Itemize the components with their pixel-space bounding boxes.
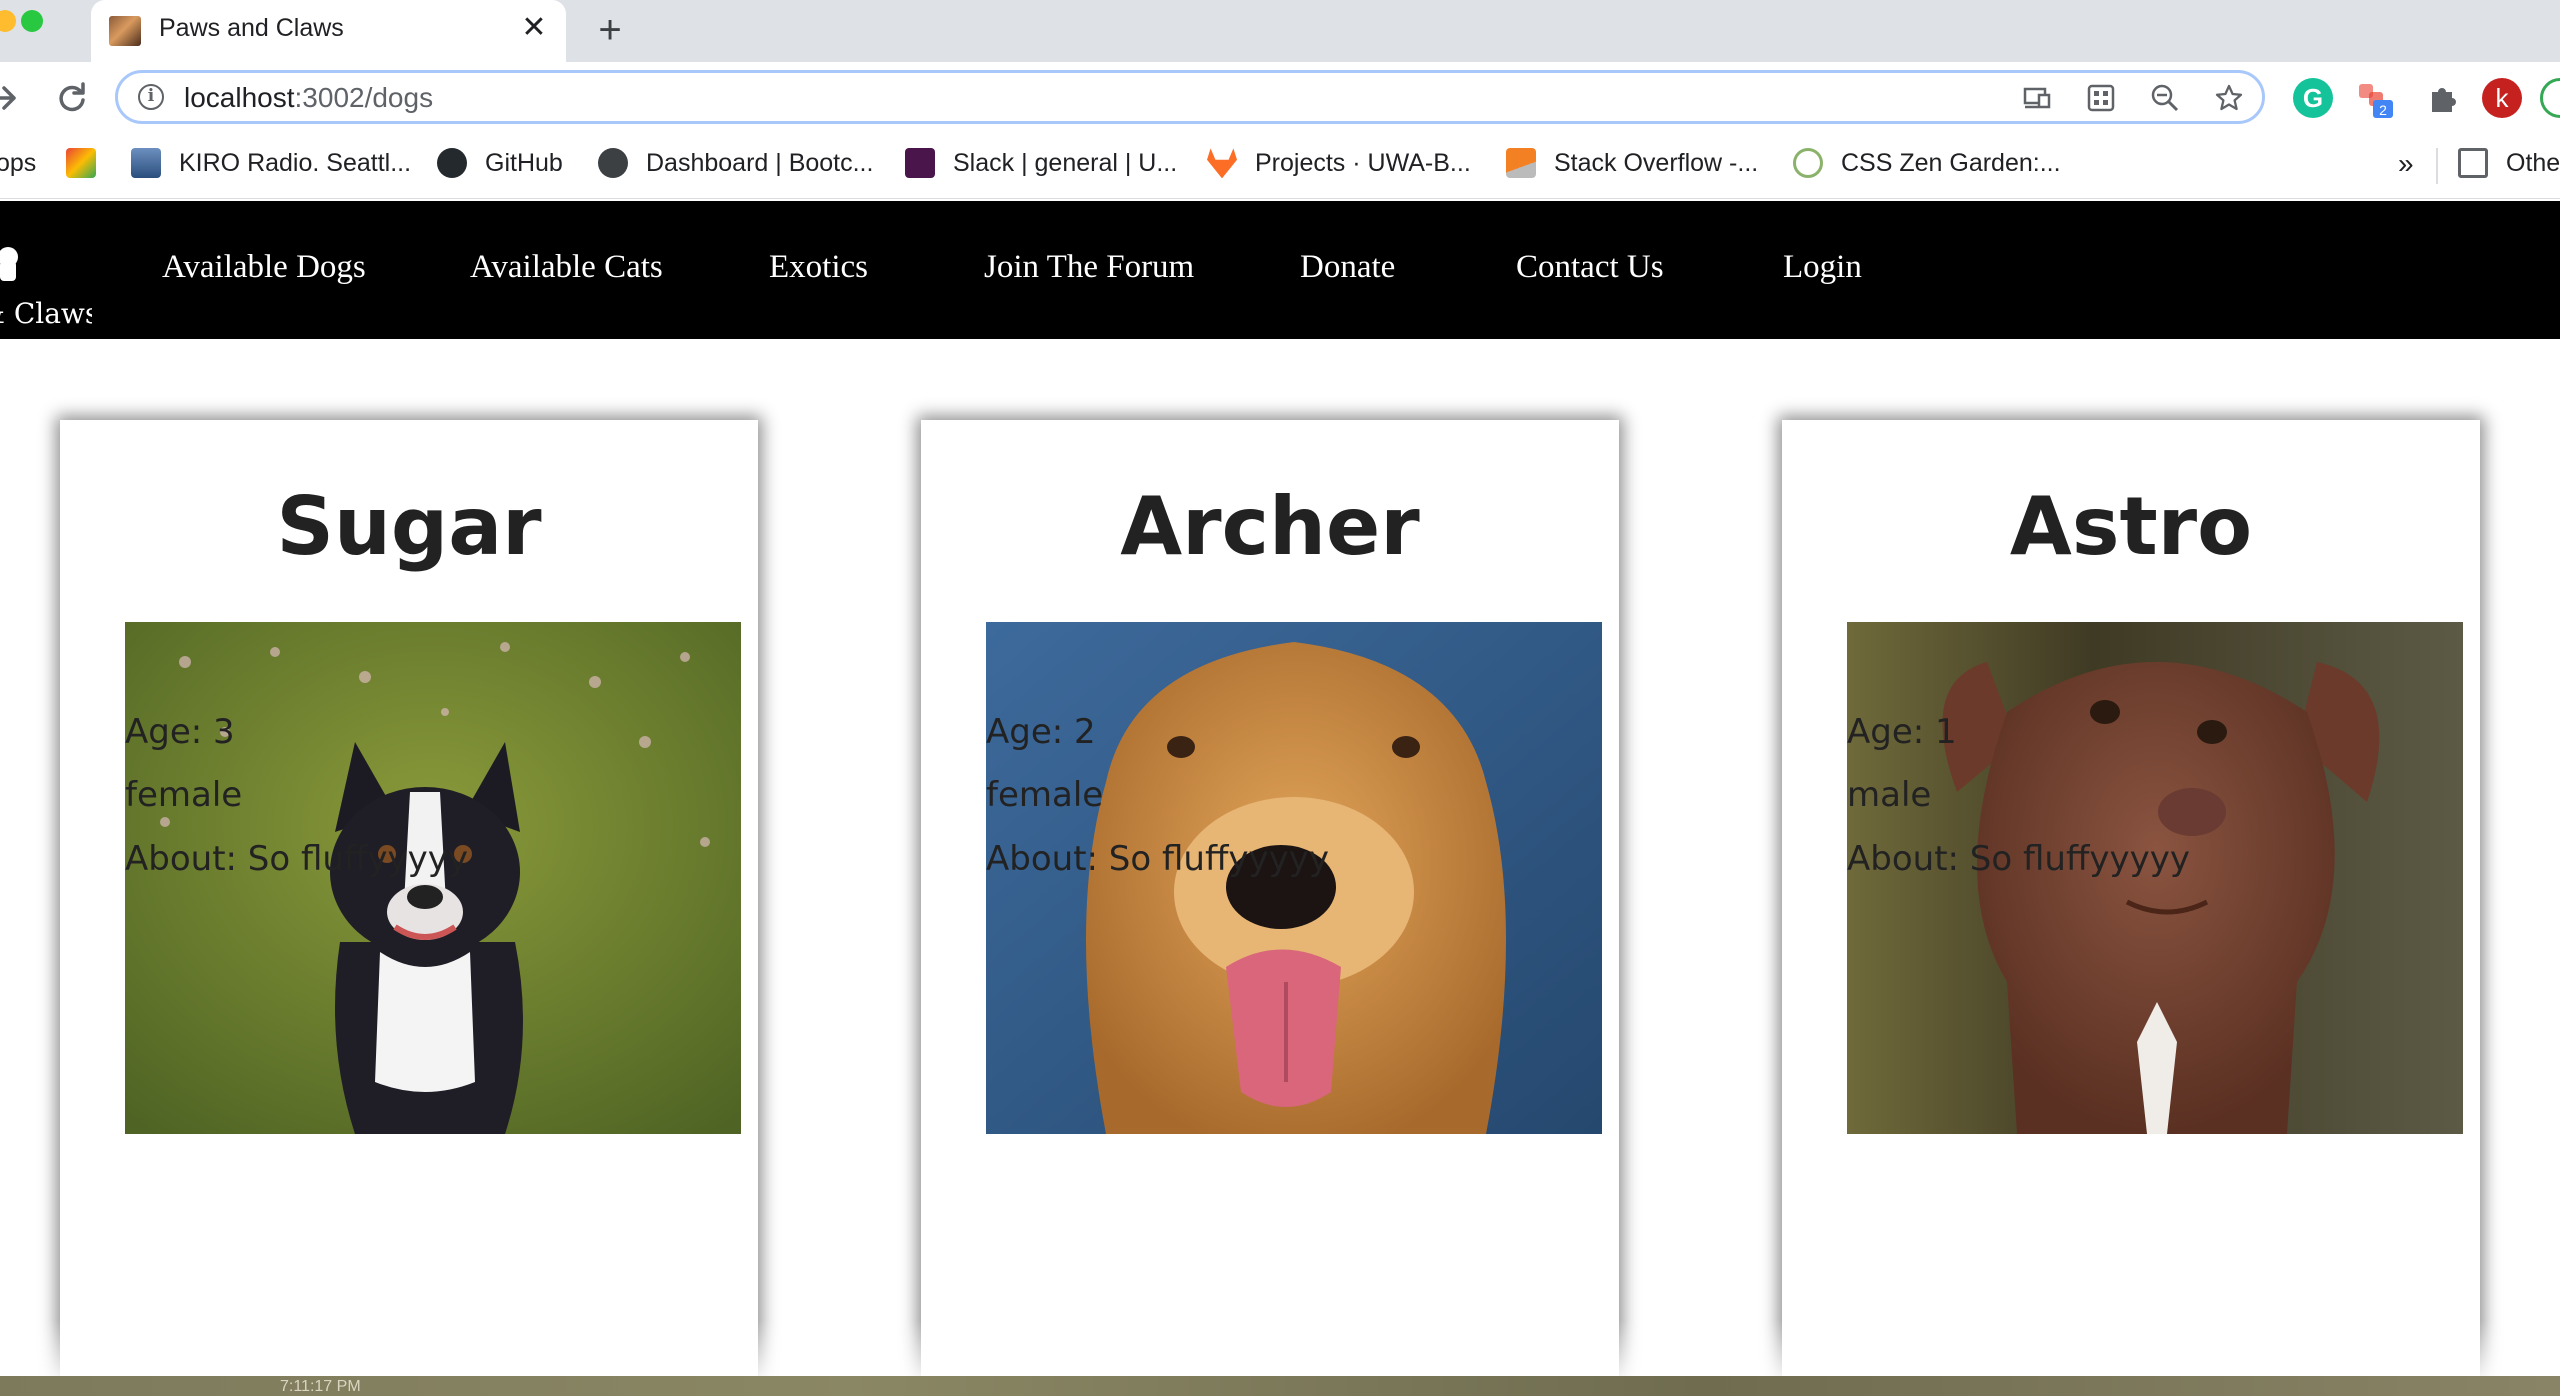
bookmark-star-icon[interactable]	[2214, 83, 2244, 113]
dog-name: Astro	[2009, 480, 2253, 573]
dog-about: About: So fluffyyyyy	[1847, 839, 2190, 879]
url-text[interactable]: localhost:3002/dogs	[184, 82, 433, 114]
desktop-background-strip: 7:11:17 PM	[0, 1376, 2560, 1396]
dog-name: Sugar	[276, 480, 542, 573]
reload-icon[interactable]	[50, 76, 94, 120]
dog-name: Archer	[1120, 480, 1420, 573]
cast-icon[interactable]	[2022, 83, 2052, 113]
nav-login[interactable]: Login	[1783, 249, 1862, 286]
bookmark-google-photos[interactable]	[66, 148, 114, 184]
nav-contact-us[interactable]: Contact Us	[1516, 249, 1664, 286]
profile-avatar[interactable]: k	[2482, 78, 2522, 118]
nav-donate[interactable]: Donate	[1300, 249, 1395, 286]
bookmarks-overflow-chevron-icon[interactable]: »	[2398, 148, 2414, 184]
bookmarks-divider	[2436, 148, 2438, 184]
logo-moon-icon	[0, 213, 39, 285]
screenshot-bottom-fade	[0, 1320, 2560, 1376]
bookmark-stackoverflow[interactable]: Stack Overflow -...	[1506, 148, 1758, 184]
tab-close-icon[interactable]: ✕	[516, 10, 552, 46]
extension-badge-icon[interactable]: 2	[2355, 78, 2395, 118]
dog-card-astro[interactable]: Astro Age: 1 male About: So fluffyyyyy	[1782, 420, 2480, 1396]
stackoverflow-icon	[1506, 148, 1536, 179]
new-tab-button[interactable]: +	[588, 8, 632, 52]
globe-icon	[598, 148, 628, 179]
nav-join-the-forum[interactable]: Join The Forum	[984, 249, 1194, 286]
desktop-clock: 7:11:17 PM	[280, 1378, 361, 1395]
grammarly-extension-icon[interactable]: G	[2293, 78, 2333, 118]
github-icon	[437, 148, 467, 179]
dog-about: About: So fluffyyyyy	[125, 839, 468, 879]
browser-toolbar: i localhost:3002/dogs G 2 k	[0, 62, 2560, 136]
zoom-window-button[interactable]	[21, 10, 43, 32]
zoom-out-icon[interactable]	[2150, 83, 2180, 113]
zen-garden-icon	[1793, 148, 1823, 179]
site-info-icon[interactable]: i	[138, 84, 164, 110]
address-bar[interactable]: i localhost:3002/dogs	[115, 70, 2265, 124]
browser-tab-active[interactable]: Paws and Claws ✕	[91, 0, 566, 62]
extension-badge-count: 2	[2379, 102, 2387, 118]
site-favicon-icon	[109, 16, 141, 46]
site-navbar: & Claws Available Dogs Available Cats Ex…	[0, 201, 2560, 339]
nav-available-dogs[interactable]: Available Dogs	[162, 249, 366, 286]
site-logo[interactable]: & Claws	[0, 201, 92, 339]
dog-sex: female	[125, 775, 243, 815]
folder-icon	[2458, 148, 2488, 179]
bookmark-apps[interactable]: ops	[0, 148, 36, 184]
bookmark-slack[interactable]: Slack | general | U...	[905, 148, 1177, 184]
dog-card-archer[interactable]: Archer Age: 2 female About: So fluffyyyy…	[921, 420, 1619, 1396]
dog-sex: female	[986, 775, 1104, 815]
dog-sex: male	[1847, 775, 1932, 815]
dog-age: Age: 1	[1847, 712, 1957, 752]
dog-age: Age: 2	[986, 712, 1096, 752]
browser-window: Paws and Claws ✕ + i localhost:3002/dogs	[0, 0, 2560, 1396]
nav-available-cats[interactable]: Available Cats	[470, 249, 663, 286]
slack-icon	[905, 148, 935, 179]
bookmark-css-zen-garden[interactable]: CSS Zen Garden:...	[1793, 148, 2061, 184]
nav-exotics[interactable]: Exotics	[769, 249, 868, 286]
tab-strip: Paws and Claws ✕ +	[0, 0, 2560, 62]
bookmarks-bar: ops KIRO Radio. Seattl... GitHub Dashboa…	[0, 136, 2560, 199]
bookmark-other-bookmarks[interactable]: Othe	[2458, 148, 2560, 184]
dog-age: Age: 3	[125, 712, 235, 752]
bookmark-gitlab[interactable]: Projects · UWA-B...	[1207, 148, 1471, 184]
tab-title: Paws and Claws	[159, 14, 344, 42]
sync-status-icon[interactable]	[2540, 78, 2560, 118]
bookmark-github[interactable]: GitHub	[437, 148, 563, 184]
dog-about: About: So fluffyyyyy	[986, 839, 1329, 879]
bookmark-dashboard[interactable]: Dashboard | Bootc...	[598, 148, 873, 184]
forward-arrow-icon[interactable]	[0, 76, 26, 120]
gitlab-icon	[1207, 148, 1237, 179]
kiro-icon	[131, 148, 161, 179]
dog-card-sugar[interactable]: Sugar Age: 3 female About: So fluffyyyyy	[60, 420, 758, 1396]
bookmark-kiro[interactable]: KIRO Radio. Seattl...	[131, 148, 411, 184]
google-photos-icon	[66, 148, 96, 179]
extensions-puzzle-icon[interactable]	[2424, 78, 2464, 118]
minimize-window-button[interactable]	[0, 10, 16, 32]
logo-text: & Claws	[0, 297, 92, 330]
qr-code-icon[interactable]	[2086, 83, 2116, 113]
